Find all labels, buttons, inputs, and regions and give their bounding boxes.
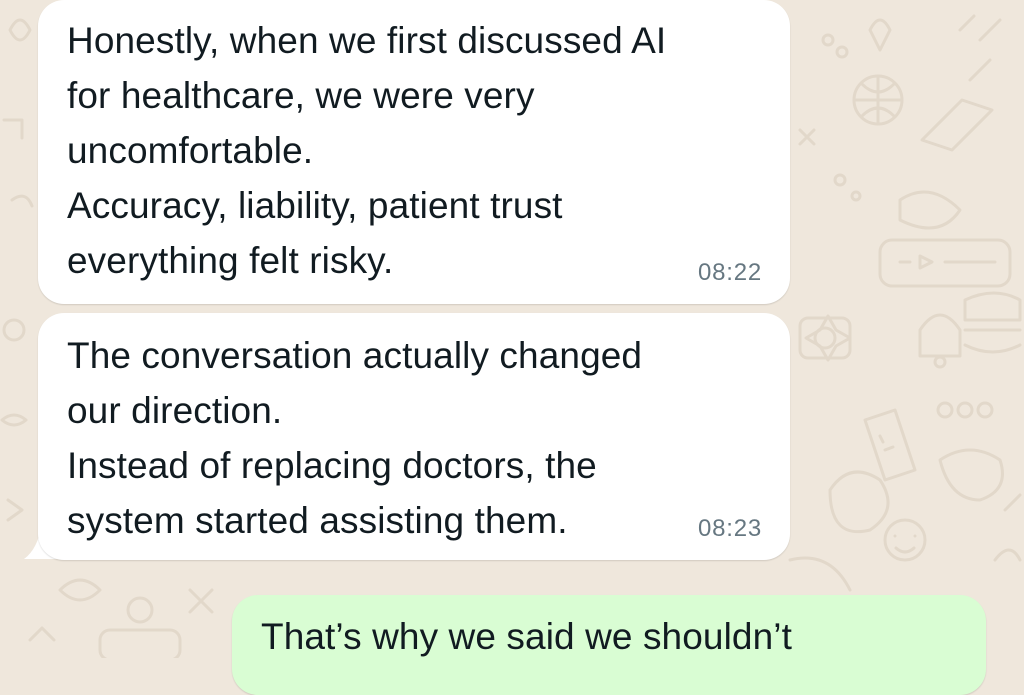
- message-text: The conversation actually changed our di…: [67, 328, 642, 548]
- message-line: The conversation actually changed: [67, 335, 643, 376]
- message-text: That’s why we said we shouldn’t: [261, 609, 792, 664]
- message-text: Honestly, when we first discussed AI for…: [67, 13, 666, 288]
- message-line: Honestly, when we first discussed AI: [67, 20, 667, 61]
- message-line: Instead of replacing doctors, the: [67, 445, 597, 486]
- message-timestamp: 08:22: [697, 259, 762, 286]
- message-line: system started assisting them.: [67, 500, 568, 541]
- incoming-message-bubble[interactable]: Honestly, when we first discussed AI for…: [38, 0, 790, 304]
- message-line: everything felt risky.: [67, 240, 394, 281]
- message-line: for healthcare, we were very: [67, 75, 535, 116]
- message-line: uncomfortable.: [67, 130, 314, 171]
- message-timestamp: 08:23: [697, 515, 762, 542]
- message-line: our direction.: [67, 390, 283, 431]
- outgoing-message-bubble[interactable]: That’s why we said we shouldn’t: [232, 595, 986, 695]
- message-line: That’s why we said we shouldn’t: [261, 616, 792, 657]
- incoming-message-bubble[interactable]: The conversation actually changed our di…: [38, 313, 790, 560]
- message-line: Accuracy, liability, patient trust: [67, 185, 563, 226]
